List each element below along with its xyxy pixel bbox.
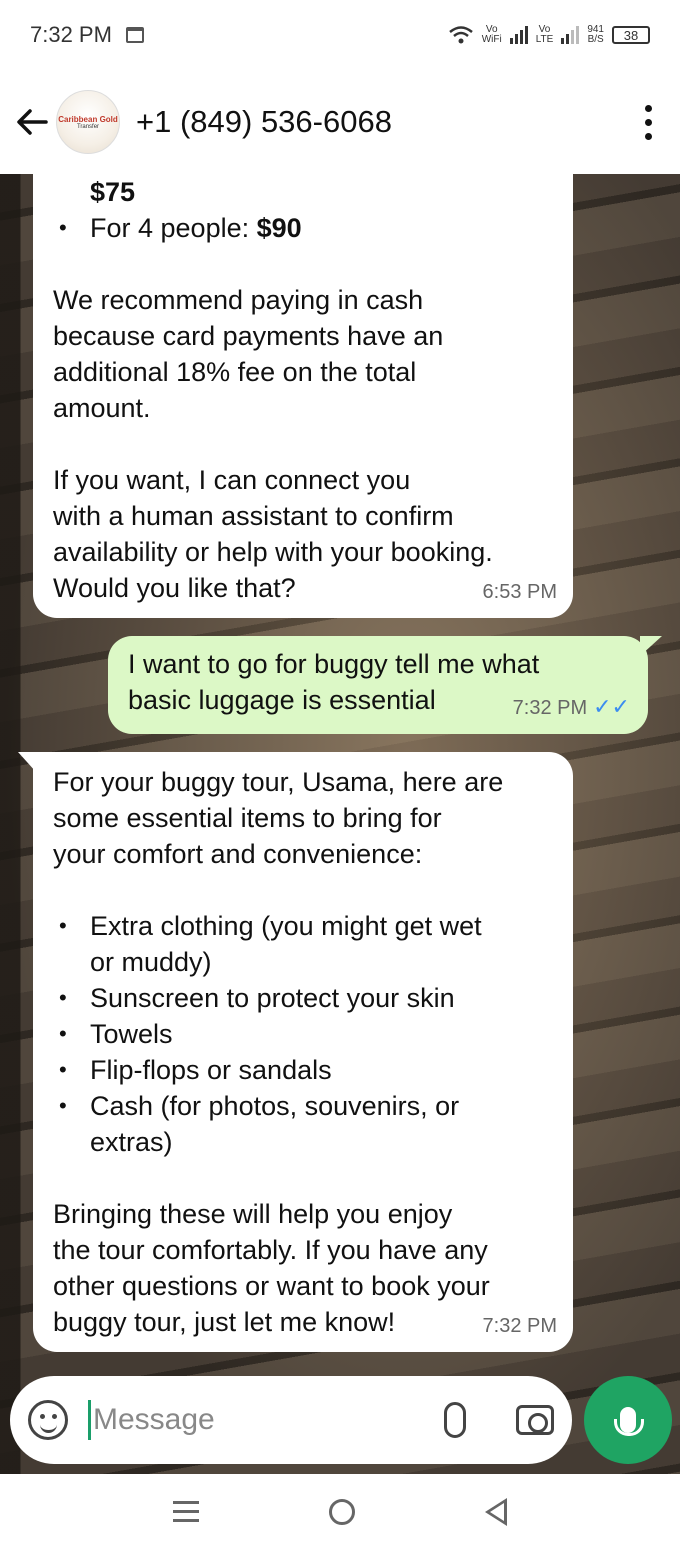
contact-avatar[interactable]: Caribbean Gold Transfer [56,90,120,154]
battery-icon: 38 [612,26,650,44]
incoming-message-bubble[interactable]: $75 For 4 people: $90 We recommend payin… [33,174,573,618]
message-text: buggy tour, just let me know! [53,1307,396,1337]
signal-icon [509,26,528,44]
price-line: $75 [90,177,136,207]
message-text: other questions or want to book your [53,1271,490,1301]
vowifi-bottom: WiFi [481,34,502,45]
volte-label: Vo LTE [536,25,554,45]
contact-name[interactable]: +1 (849) 536-6068 [136,104,392,140]
message-text: We recommend paying in cash [53,285,424,315]
speed-unit: B/S [587,34,604,45]
message-composer: Message [10,1376,572,1464]
essential-items-list: Extra clothing (you might get wetor mudd… [53,908,553,1160]
message-time: 6:53 PM [482,581,557,603]
outgoing-message-bubble[interactable]: I want to go for buggy tell me what basi… [108,636,648,734]
list-item: Cash (for photos, souvenirs, orextras) [53,1088,553,1160]
message-time: 7:32 PM ✓✓ [513,689,630,726]
camera-icon[interactable] [516,1405,554,1435]
message-text: Bringing these will help you enjoy [53,1199,453,1229]
message-time: 7:32 PM [482,1315,557,1337]
volte-bottom: LTE [535,34,554,45]
list-item: Towels [53,1016,553,1052]
message-text: If you want, I can connect you [53,465,411,495]
read-receipt-icon: ✓✓ [593,694,630,719]
list-item: For 4 people: $90 [53,210,553,246]
message-time-text: 7:32 PM [512,697,588,719]
home-icon[interactable] [329,1498,355,1525]
voice-record-button[interactable] [584,1376,672,1464]
message-text: availability or help with your booking. [53,537,493,567]
system-back-icon[interactable] [485,1497,507,1526]
back-arrow-icon[interactable] [14,104,50,140]
avatar-logo-text: Caribbean Gold [58,114,118,124]
message-text: your comfort and convenience: [53,839,423,869]
vowifi-label: Vo WiFi [482,25,502,45]
recent-apps-icon[interactable] [173,1501,199,1522]
calendar-icon [125,27,144,43]
microphone-icon [614,1407,644,1436]
status-time: 7:32 PM [30,22,112,47]
attach-icon[interactable] [444,1402,466,1438]
message-text: For your buggy tour, Usama, here are [53,767,504,797]
message-input[interactable]: Message [88,1400,444,1440]
message-text: Would you like that? [53,573,296,603]
list-item: Sunscreen to protect your skin [53,980,553,1016]
network-speed: 941 B/S [587,25,604,45]
emoji-sticker-icon[interactable] [28,1400,68,1440]
message-text: I want to go for buggy tell me what [128,649,540,679]
message-text: with a human assistant to confirm [53,501,454,531]
message-text: additional 18% fee on the total [53,357,417,387]
system-navigation-bar [0,1474,680,1549]
avatar-logo-subtext: Transfer [76,123,100,130]
message-text: because card payments have an [53,321,444,351]
message-text: amount. [53,393,151,423]
list-item: Extra clothing (you might get wetor mudd… [53,908,553,980]
list-item: Flip-flops or sandals [53,1052,553,1088]
status-bar: 7:32 PM Vo WiFi Vo LTE 941 B/S 38 [0,0,680,70]
wifi-icon [448,26,473,44]
message-text: the tour comfortably. If you have any [53,1235,488,1265]
battery-level: 38 [623,27,639,43]
message-text: some essential items to bring for [53,803,442,833]
status-indicators: Vo WiFi Vo LTE 941 B/S 38 [448,25,650,45]
signal-icon-2 [561,26,580,44]
more-options-icon[interactable] [645,104,652,140]
incoming-message-bubble[interactable]: For your buggy tour, Usama, here are som… [33,752,573,1352]
chat-header: Caribbean Gold Transfer +1 (849) 536-606… [0,70,680,174]
